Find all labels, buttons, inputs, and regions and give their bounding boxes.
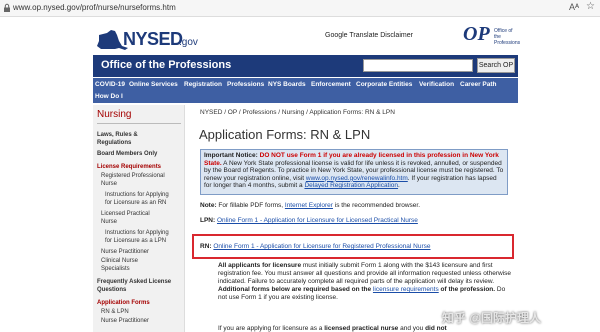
- sidebar-item-lpn-instructions-2[interactable]: for Licensure as a LPN: [105, 237, 166, 245]
- sidebar-item-application-forms[interactable]: Application Forms: [97, 299, 150, 307]
- renewal-link[interactable]: www.op.nysed.gov/renewalinfo.htm: [306, 175, 408, 182]
- nav-item-registration[interactable]: Registration: [184, 81, 222, 88]
- sidebar-heading: Nursing: [97, 109, 132, 120]
- sidebar: Nursing Laws, Rules & Regulations Board …: [93, 105, 185, 332]
- lpn-form-link[interactable]: Online Form 1 - Application for Licensur…: [217, 217, 418, 224]
- nav-item-career-path[interactable]: Career Path: [460, 81, 497, 88]
- lock-icon: [4, 3, 10, 12]
- lpn-instructions-text: If you are applying for licensure as a l…: [218, 325, 447, 332]
- breadcrumb[interactable]: NYSED / OP / Professions / Nursing / App…: [200, 109, 395, 116]
- site-title: Office of the Professions: [101, 59, 232, 71]
- sidebar-item-faq-2[interactable]: Questions: [97, 286, 126, 294]
- sidebar-item-lpn-instructions[interactable]: Instructions for Applying: [105, 229, 169, 237]
- address-bar[interactable]: www.op.nysed.gov/prof/nurse/nurseforms.h…: [0, 0, 600, 17]
- nav-item-verification[interactable]: Verification: [419, 81, 454, 88]
- rn-form-row: RN: Online Form 1 - Application for Lice…: [200, 243, 431, 250]
- rn-form-link[interactable]: Online Form 1 - Application for Licensur…: [213, 243, 430, 250]
- main-nav: COVID-19 Online Services Registration Pr…: [93, 78, 518, 103]
- sidebar-item-board-members[interactable]: Board Members Only: [97, 150, 157, 158]
- browser-note: Note: For fillable PDF forms, Internet E…: [200, 202, 421, 209]
- op-logo-caption: Office of the Professions: [494, 28, 521, 46]
- nav-item-online-services[interactable]: Online Services: [129, 81, 178, 88]
- op-logo-text: OP: [463, 23, 490, 45]
- url-text[interactable]: www.op.nysed.gov/prof/nurse/nurseforms.h…: [13, 3, 176, 12]
- watermark: 知乎 @国际护理人: [442, 311, 542, 325]
- sidebar-item-rn-instructions[interactable]: Instructions for Applying: [105, 191, 169, 199]
- logo-suffix: .gov: [179, 37, 198, 48]
- nav-item-covid[interactable]: COVID-19: [95, 81, 125, 88]
- delayed-registration-link[interactable]: Delayed Registration Application: [304, 182, 398, 189]
- nav-item-professions[interactable]: Professions: [227, 81, 264, 88]
- sidebar-item-rn-2[interactable]: Nurse: [101, 180, 117, 188]
- sidebar-item-faq[interactable]: Frequently Asked License: [97, 278, 171, 286]
- translate-disclaimer-link[interactable]: Google Translate Disclaimer: [325, 32, 413, 39]
- reader-view-icon[interactable]: Aᴬ: [569, 2, 579, 12]
- op-logo[interactable]: OP Office of the Professions: [463, 23, 521, 51]
- instructions-text: All applicants for licensure must initia…: [218, 262, 512, 302]
- nav-item-corporate-entities[interactable]: Corporate Entities: [356, 81, 412, 88]
- search-button[interactable]: Search OP: [477, 58, 515, 73]
- nav-item-enforcement[interactable]: Enforcement: [311, 81, 351, 88]
- sidebar-divider: [97, 123, 181, 124]
- sidebar-item-rn[interactable]: Registered Professional: [101, 172, 165, 180]
- sidebar-item-np-forms[interactable]: Nurse Practitioner: [101, 317, 149, 325]
- sidebar-item-cns-2[interactable]: Specialists: [101, 265, 130, 273]
- internet-explorer-link[interactable]: Internet Explorer: [285, 202, 333, 209]
- sidebar-item-license-requirements[interactable]: License Requirements: [97, 163, 161, 171]
- sidebar-item-laws-2[interactable]: Regulations: [97, 139, 131, 147]
- sidebar-item-np[interactable]: Nurse Practitioner: [101, 248, 149, 256]
- sidebar-item-rn-lpn[interactable]: RN & LPN: [101, 308, 129, 316]
- logo-text: NYSED: [123, 29, 183, 49]
- sidebar-item-laws[interactable]: Laws, Rules &: [97, 131, 138, 139]
- page-title: Application Forms: RN & LPN: [199, 127, 371, 142]
- banner: Office of the Professions Search OP: [93, 55, 518, 77]
- important-notice: Important Notice: DO NOT use Form 1 if y…: [200, 149, 508, 195]
- sidebar-item-rn-instructions-2[interactable]: for Licensure as an RN: [105, 199, 166, 207]
- favorite-icon[interactable]: ☆: [586, 1, 595, 12]
- nav-item-nys-boards[interactable]: NYS Boards: [268, 81, 306, 88]
- sidebar-item-lpn-2[interactable]: Nurse: [101, 218, 117, 226]
- sidebar-item-lpn[interactable]: Licensed Practical: [101, 210, 150, 218]
- search-input[interactable]: [363, 59, 473, 72]
- nysed-logo[interactable]: NYSED .gov: [93, 25, 233, 55]
- licensure-requirements-link[interactable]: licensure requirements: [373, 286, 439, 293]
- sidebar-item-cns[interactable]: Clinical Nurse: [101, 257, 138, 265]
- lpn-form-row: LPN: Online Form 1 - Application for Lic…: [200, 217, 418, 224]
- nav-item-how-do-i[interactable]: How Do I: [95, 93, 123, 100]
